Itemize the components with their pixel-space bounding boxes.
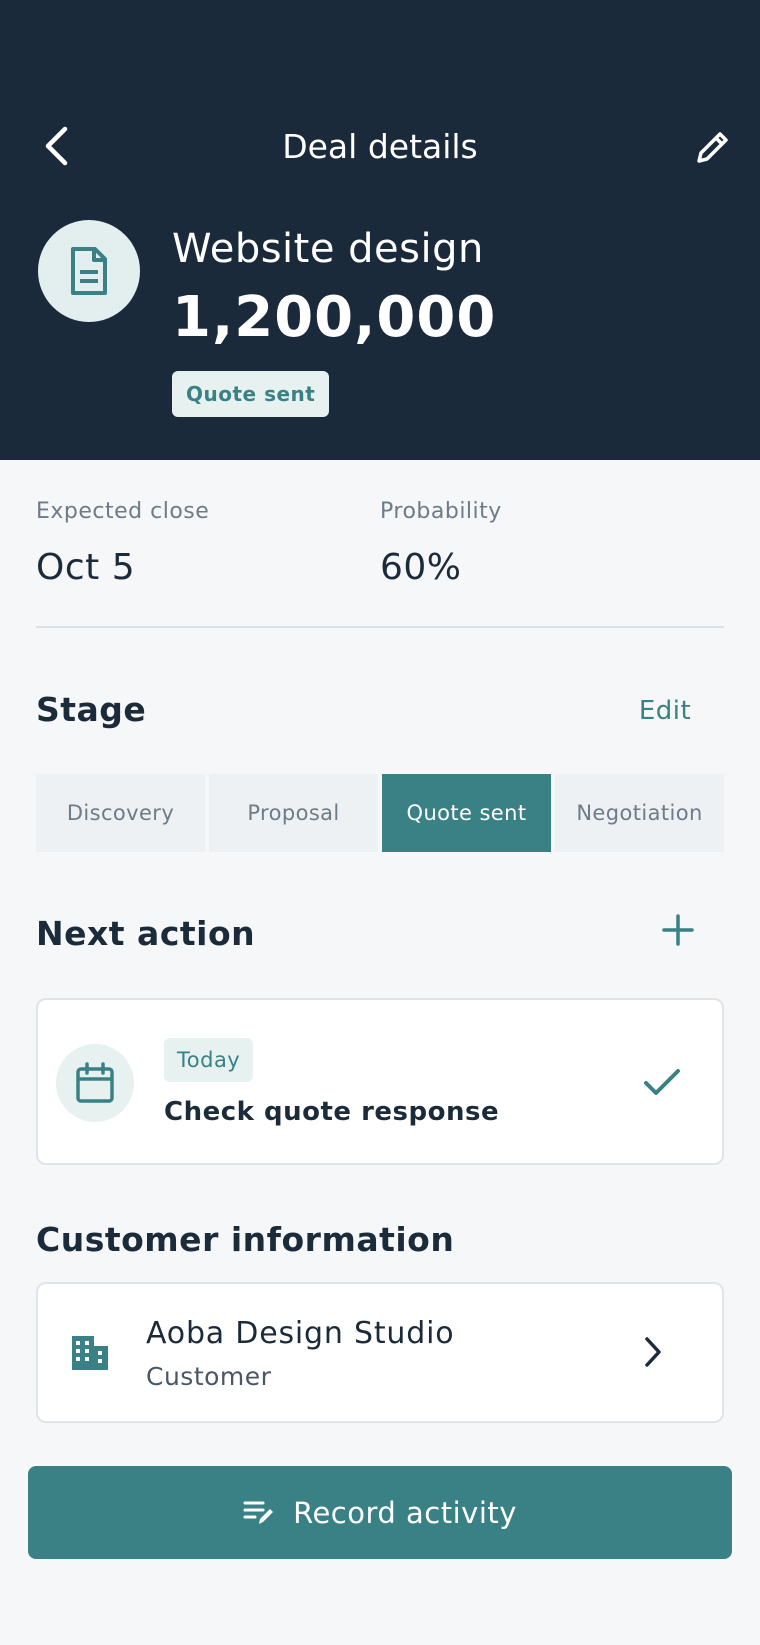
customer-card[interactable]: Aoba Design Studio Customer bbox=[36, 1282, 724, 1423]
add-action-button[interactable] bbox=[656, 908, 700, 952]
next-action-title: Next action bbox=[36, 914, 256, 953]
record-activity-label: Record activity bbox=[293, 1495, 517, 1530]
action-icon-wrapper bbox=[56, 1044, 134, 1122]
stage-title: Stage bbox=[36, 690, 147, 729]
stage-edit-button[interactable]: Edit bbox=[620, 690, 710, 732]
stage-negotiation[interactable]: Negotiation bbox=[555, 774, 724, 852]
stage-quote-sent[interactable]: Quote sent bbox=[382, 774, 551, 852]
stage-proposal[interactable]: Proposal bbox=[209, 774, 378, 852]
action-title: Check quote response bbox=[164, 1097, 500, 1127]
record-activity-button[interactable]: Record activity bbox=[28, 1466, 732, 1559]
customer-info-title: Customer information bbox=[36, 1220, 455, 1259]
due-badge: Today bbox=[164, 1038, 254, 1082]
stage-selector: Discovery Proposal Quote sent Negotiatio… bbox=[36, 774, 724, 852]
header: Deal details Website design 1,200,000 Qu… bbox=[0, 0, 760, 460]
next-action-card[interactable]: Today Check quote response bbox=[36, 998, 724, 1165]
deal-avatar bbox=[38, 220, 140, 322]
document-icon bbox=[71, 247, 107, 295]
chevron-right-icon bbox=[645, 1337, 661, 1367]
customer-role: Customer bbox=[146, 1362, 272, 1391]
page-title: Deal details bbox=[282, 127, 478, 166]
deal-amount: 1,200,000 bbox=[172, 285, 497, 350]
stage-discovery[interactable]: Discovery bbox=[36, 774, 205, 852]
divider bbox=[36, 626, 724, 628]
note-edit-icon bbox=[243, 1501, 274, 1524]
probability-value: 60% bbox=[380, 547, 462, 588]
expected-close-label: Expected close bbox=[36, 499, 210, 524]
edit-deal-button[interactable] bbox=[690, 124, 736, 170]
plus-icon bbox=[662, 914, 694, 946]
complete-action-button[interactable] bbox=[636, 1056, 688, 1108]
customer-name: Aoba Design Studio bbox=[146, 1316, 455, 1351]
pencil-icon bbox=[697, 132, 728, 163]
calendar-icon bbox=[76, 1062, 114, 1103]
probability-label: Probability bbox=[380, 499, 502, 524]
expected-close-value: Oct 5 bbox=[36, 547, 136, 588]
deal-name: Website design bbox=[172, 226, 484, 272]
building-icon bbox=[72, 1336, 108, 1370]
status-badge: Quote sent bbox=[172, 371, 330, 417]
check-icon bbox=[644, 1069, 680, 1095]
